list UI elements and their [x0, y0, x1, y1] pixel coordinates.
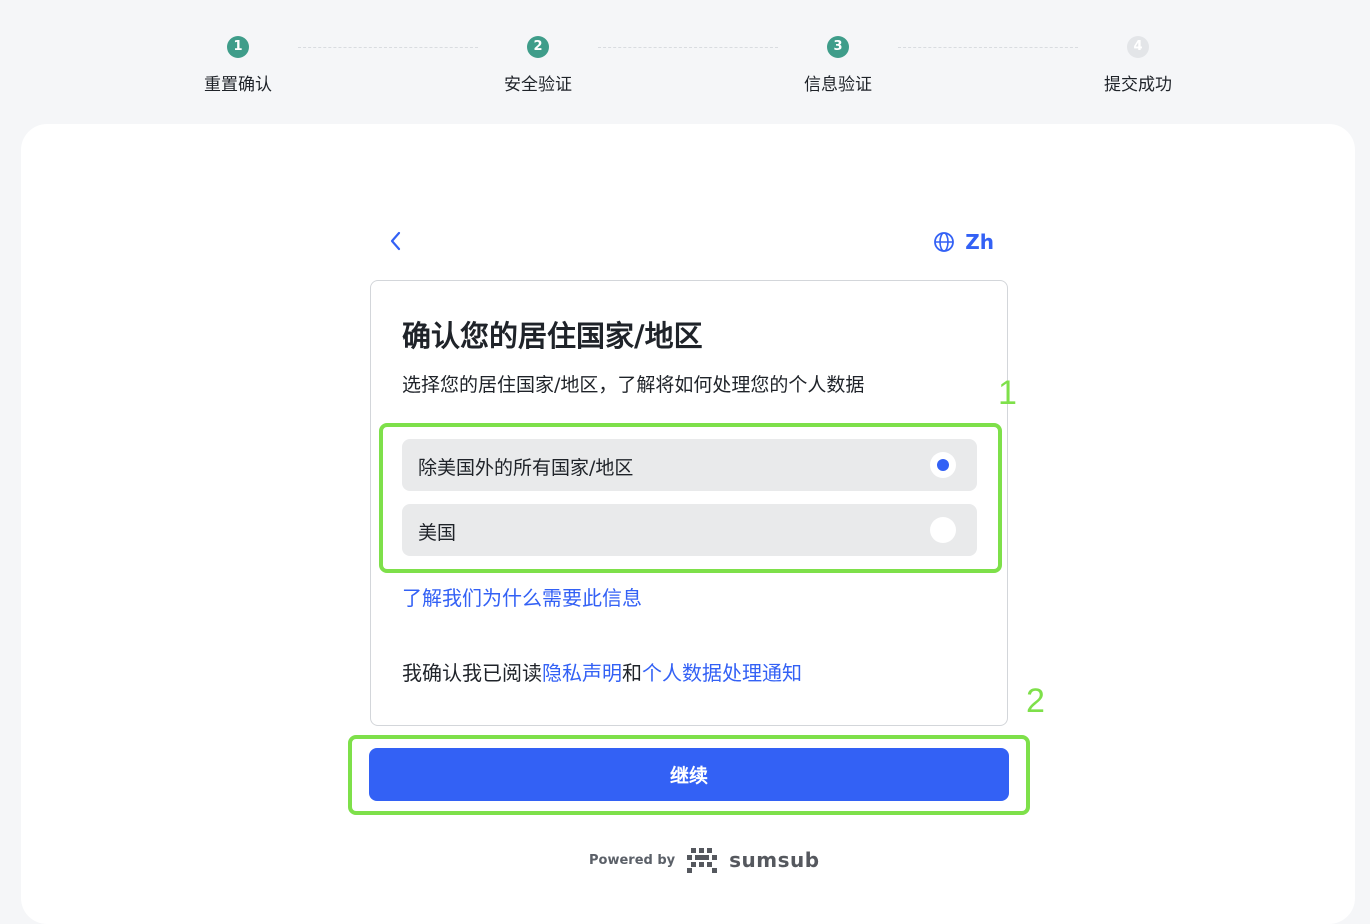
- step-4: 4 提交成功: [1058, 36, 1218, 95]
- language-selector[interactable]: Zh: [933, 228, 994, 256]
- step-label: 信息验证: [804, 75, 872, 95]
- annotation-box-continue: [348, 735, 1030, 815]
- consent-text: 我确认我已阅读隐私声明和个人数据处理通知: [402, 657, 802, 686]
- step-connector: [898, 47, 1078, 48]
- annotation-number-2: 2: [1026, 682, 1045, 720]
- step-1: 1 重置确认: [158, 36, 318, 95]
- sumsub-brand: sumsub: [729, 848, 820, 872]
- step-label: 安全验证: [504, 75, 572, 95]
- step-number: 1: [227, 36, 249, 58]
- sumsub-logo-icon: [687, 848, 718, 873]
- consent-and: 和: [622, 661, 642, 685]
- progress-stepper: 1 重置确认 2 安全验证 3 信息验证 4 提交成功: [0, 36, 1370, 106]
- language-label: Zh: [965, 230, 994, 254]
- why-info-link[interactable]: 了解我们为什么需要此信息: [402, 582, 642, 611]
- back-button[interactable]: [384, 228, 408, 254]
- data-processing-notice-link[interactable]: 个人数据处理通知: [642, 661, 802, 685]
- annotation-box-options: [379, 423, 1002, 573]
- step-label: 重置确认: [204, 75, 272, 95]
- step-number: 3: [827, 36, 849, 58]
- step-number: 2: [527, 36, 549, 58]
- powered-by-label: Powered by: [589, 852, 676, 868]
- privacy-notice-link[interactable]: 隐私声明: [542, 661, 622, 685]
- step-2: 2 安全验证: [458, 36, 618, 95]
- annotation-number-1: 1: [998, 374, 1017, 412]
- form-subtitle: 选择您的居住国家/地区，了解将如何处理您的个人数据: [402, 374, 865, 396]
- widget-topbar: Zh: [370, 228, 1010, 256]
- step-label: 提交成功: [1104, 75, 1172, 95]
- step-connector: [298, 47, 478, 48]
- globe-icon: [934, 232, 955, 252]
- step-3: 3 信息验证: [758, 36, 918, 95]
- step-connector: [598, 47, 778, 48]
- consent-prefix: 我确认我已阅读: [402, 661, 542, 685]
- step-number: 4: [1127, 36, 1149, 58]
- chevron-left-icon: [390, 231, 401, 251]
- powered-by-footer: Powered by sumsub: [589, 843, 820, 877]
- form-title: 确认您的居住国家/地区: [402, 319, 703, 353]
